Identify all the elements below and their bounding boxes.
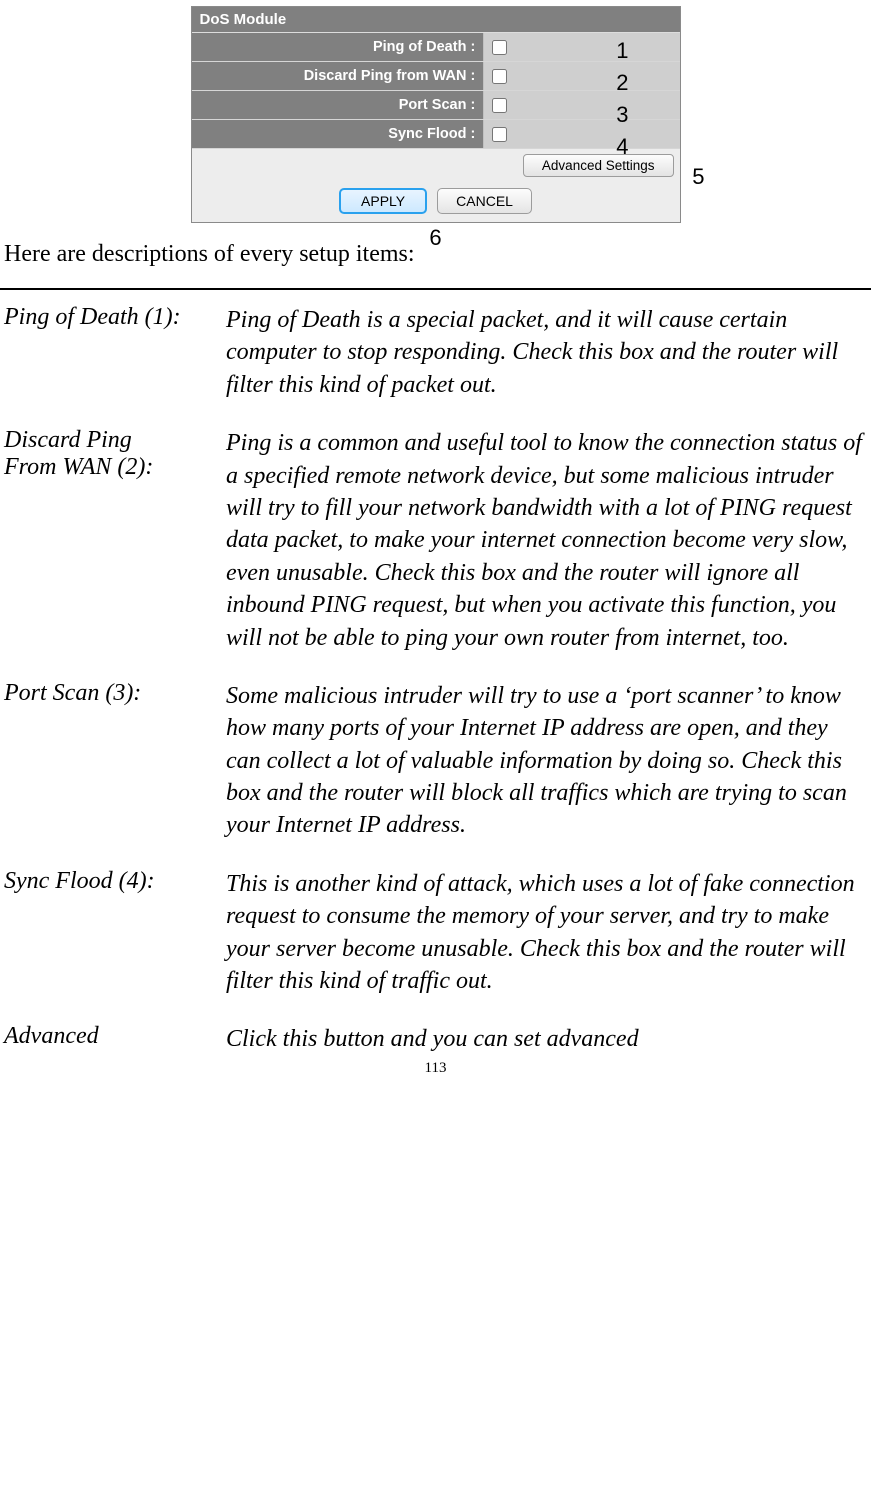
def-term-port-scan: Port Scan (3): — [4, 680, 226, 842]
annotation-3: 3 — [616, 102, 628, 128]
row-sync-flood: Sync Flood : — [192, 120, 680, 149]
cell-discard-ping-wan — [484, 62, 679, 90]
dos-panel-container: DoS Module Ping of Death : Discard Ping … — [0, 6, 871, 223]
label-sync-flood: Sync Flood : — [192, 120, 485, 148]
annotation-6: 6 — [429, 225, 441, 251]
apply-button[interactable]: APPLY — [339, 188, 427, 214]
def-desc-ping-of-death: Ping of Death is a special packet, and i… — [226, 304, 867, 401]
label-discard-ping-wan: Discard Ping from WAN : — [192, 62, 485, 90]
dos-module-panel: DoS Module Ping of Death : Discard Ping … — [191, 6, 681, 223]
panel-title: DoS Module — [192, 7, 680, 33]
cell-ping-of-death — [484, 33, 679, 61]
cancel-button[interactable]: CANCEL — [437, 188, 532, 214]
def-discard-ping-wan: Discard Ping From WAN (2): Ping is a com… — [4, 427, 867, 654]
divider — [0, 288, 871, 290]
def-advanced: Advanced Click this button and you can s… — [4, 1023, 867, 1055]
annotation-1: 1 — [616, 38, 628, 64]
checkbox-ping-of-death[interactable] — [492, 40, 507, 55]
cell-port-scan — [484, 91, 679, 119]
def-sync-flood: Sync Flood (4): This is another kind of … — [4, 868, 867, 998]
row-discard-ping-wan: Discard Ping from WAN : — [192, 62, 680, 91]
checkbox-sync-flood[interactable] — [492, 127, 507, 142]
advanced-settings-row: Advanced Settings — [192, 149, 680, 182]
cell-sync-flood — [484, 120, 679, 148]
def-desc-discard-ping-wan: Ping is a common and useful tool to know… — [226, 427, 867, 654]
advanced-settings-button[interactable]: Advanced Settings — [523, 154, 674, 177]
definitions: Ping of Death (1): Ping of Death is a sp… — [0, 304, 871, 1056]
def-desc-advanced: Click this button and you can set advanc… — [226, 1023, 867, 1055]
apply-cancel-row: APPLY CANCEL — [192, 182, 680, 216]
def-desc-sync-flood: This is another kind of attack, which us… — [226, 868, 867, 998]
def-desc-port-scan: Some malicious intruder will try to use … — [226, 680, 867, 842]
checkbox-port-scan[interactable] — [492, 98, 507, 113]
annotation-2: 2 — [616, 70, 628, 96]
row-port-scan: Port Scan : — [192, 91, 680, 120]
def-term-discard-ping-wan: Discard Ping From WAN (2): — [4, 427, 226, 654]
def-term-advanced: Advanced — [4, 1023, 226, 1055]
def-term-ping-of-death: Ping of Death (1): — [4, 304, 226, 401]
def-port-scan: Port Scan (3): Some malicious intruder w… — [4, 680, 867, 842]
annotation-5: 5 — [692, 164, 704, 190]
label-port-scan: Port Scan : — [192, 91, 485, 119]
checkbox-discard-ping-wan[interactable] — [492, 69, 507, 84]
page-number: 113 — [0, 1060, 871, 1077]
label-ping-of-death: Ping of Death : — [192, 33, 485, 61]
row-ping-of-death: Ping of Death : — [192, 33, 680, 62]
def-ping-of-death: Ping of Death (1): Ping of Death is a sp… — [4, 304, 867, 401]
def-term-sync-flood: Sync Flood (4): — [4, 868, 226, 998]
annotation-4: 4 — [616, 134, 628, 160]
